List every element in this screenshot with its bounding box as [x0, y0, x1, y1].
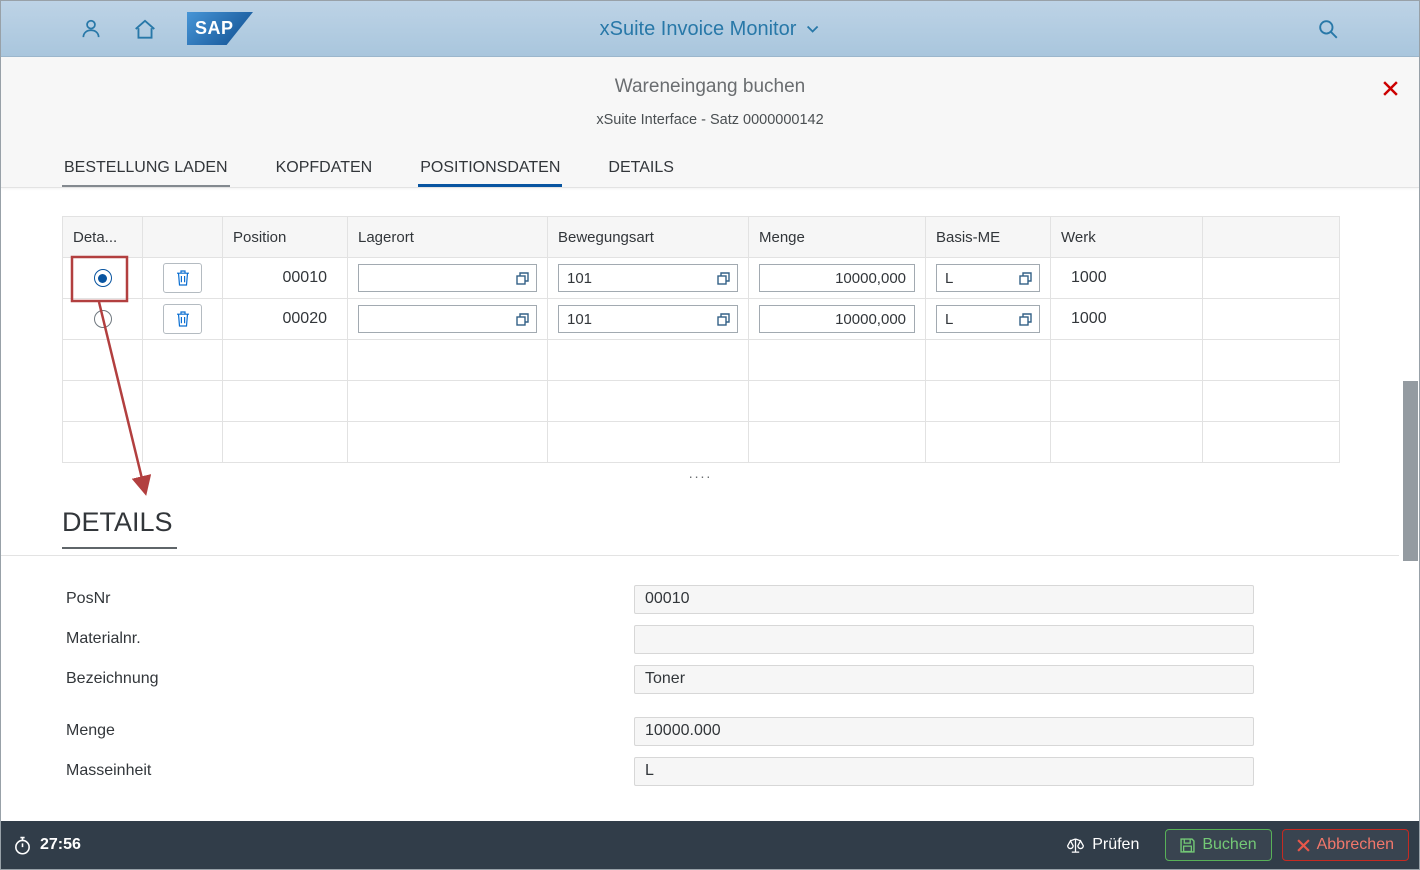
person-icon [79, 17, 103, 41]
posnr-input[interactable] [634, 585, 1254, 614]
col-spare [1203, 217, 1340, 258]
abbrechen-button[interactable]: Abbrechen [1282, 829, 1409, 861]
value-help-icon[interactable] [516, 272, 536, 285]
row1-menge-input[interactable] [759, 264, 915, 292]
row2-bewegungsart-input[interactable] [558, 305, 738, 333]
row2-werk: 1000 [1051, 299, 1203, 340]
tab-positionsdaten[interactable]: POSITIONSDATEN [418, 151, 562, 187]
row1-select-radio[interactable] [94, 269, 112, 287]
cancel-x-icon [1297, 839, 1310, 852]
table-row-2: 00020 [63, 299, 1340, 340]
timer-value: 27:56 [40, 836, 81, 854]
col-basis-me: Basis-ME [926, 217, 1051, 258]
menge-input[interactable] [634, 717, 1254, 746]
stopwatch-icon [13, 836, 32, 855]
row1-delete-button[interactable] [163, 263, 202, 293]
col-bewegungsart: Bewegungsart [548, 217, 749, 258]
row1-position: 00010 [223, 258, 348, 299]
row2-select-radio[interactable] [94, 310, 112, 328]
positions-table: Deta... Position Lagerort Bewegungsart M… [62, 216, 1339, 463]
details-heading: DETAILS [62, 507, 177, 549]
row1-basis-me-input[interactable] [936, 264, 1040, 292]
search-button[interactable] [1317, 18, 1339, 40]
section-divider [1, 555, 1399, 556]
table-more-trigger[interactable]: .... [62, 463, 1339, 481]
table-empty-row [63, 340, 1340, 381]
materialnr-label: Materialnr. [1, 630, 634, 648]
value-help-icon[interactable] [1019, 272, 1039, 285]
form-field-masseinheit: Masseinheit [1, 751, 1419, 791]
masseinheit-label: Masseinheit [1, 762, 634, 780]
scales-icon [1066, 836, 1085, 855]
col-position: Position [223, 217, 348, 258]
table-header-row: Deta... Position Lagerort Bewegungsart M… [63, 217, 1340, 258]
vertical-scrollbar[interactable] [1403, 381, 1418, 561]
menge-label: Menge [1, 722, 634, 740]
session-timer: 27:56 [13, 836, 81, 855]
search-icon [1317, 18, 1339, 40]
pruefen-label: Prüfen [1092, 836, 1139, 854]
value-help-icon[interactable] [516, 313, 536, 326]
trash-icon [176, 311, 190, 327]
form-field-posnr: PosNr [1, 579, 1419, 619]
pruefen-button[interactable]: Prüfen [1066, 836, 1139, 855]
row2-delete-button[interactable] [163, 304, 202, 334]
abbrechen-label: Abbrechen [1317, 836, 1394, 854]
shell-bar: SAP xSuite Invoice Monitor [1, 1, 1419, 57]
buchen-button[interactable]: Buchen [1165, 829, 1271, 861]
materialnr-input[interactable] [634, 625, 1254, 654]
value-help-icon[interactable] [717, 272, 737, 285]
app-window: SAP xSuite Invoice Monitor Wareneingang … [0, 0, 1420, 870]
sap-logo[interactable]: SAP [187, 12, 253, 45]
row2-lagerort-input[interactable] [358, 305, 537, 333]
dialog-title: Wareneingang buchen [1, 57, 1419, 98]
row2-position: 00020 [223, 299, 348, 340]
app-title: xSuite Invoice Monitor [600, 18, 797, 41]
trash-icon [176, 270, 190, 286]
table-empty-row [63, 381, 1340, 422]
footer-bar: 27:56 Prüfen Buchen Abbrechen [1, 821, 1420, 869]
tab-bestellung-laden[interactable]: BESTELLUNG LADEN [62, 151, 230, 187]
home-button[interactable] [133, 17, 157, 41]
masseinheit-input[interactable] [634, 757, 1254, 786]
home-icon [133, 17, 157, 41]
form-field-menge: Menge [1, 711, 1419, 751]
dialog-subtitle: xSuite Interface - Satz 0000000142 [1, 112, 1419, 128]
col-lagerort: Lagerort [348, 217, 548, 258]
tab-details[interactable]: DETAILS [606, 151, 676, 187]
buchen-label: Buchen [1202, 836, 1256, 854]
bezeichnung-input[interactable] [634, 665, 1254, 694]
tab-strip: BESTELLUNG LADEN KOPFDATEN POSITIONSDATE… [1, 151, 1419, 188]
table-row-1: 00010 [63, 258, 1340, 299]
bezeichnung-label: Bezeichnung [1, 670, 634, 688]
posnr-label: PosNr [1, 590, 634, 608]
app-title-menu[interactable]: xSuite Invoice Monitor [600, 1, 821, 57]
form-field-bezeichnung: Bezeichnung [1, 659, 1419, 699]
details-form: PosNr Materialnr. Bezeichnung Menge Mass… [1, 579, 1419, 791]
row1-werk: 1000 [1051, 258, 1203, 299]
close-button[interactable] [1377, 75, 1403, 101]
table-empty-row [63, 422, 1340, 463]
col-menge: Menge [749, 217, 926, 258]
form-field-materialnr: Materialnr. [1, 619, 1419, 659]
col-werk: Werk [1051, 217, 1203, 258]
row2-menge-input[interactable] [759, 305, 915, 333]
col-details: Deta... [63, 217, 143, 258]
close-icon [1382, 80, 1399, 97]
value-help-icon[interactable] [1019, 313, 1039, 326]
row2-basis-me-input[interactable] [936, 305, 1040, 333]
row1-lagerort-input[interactable] [358, 264, 537, 292]
value-help-icon[interactable] [717, 313, 737, 326]
user-button[interactable] [79, 17, 103, 41]
col-delete [143, 217, 223, 258]
dialog-header: Wareneingang buchen xSuite Interface - S… [1, 57, 1419, 151]
chevron-down-icon [804, 21, 820, 37]
row1-bewegungsart-input[interactable] [558, 264, 738, 292]
save-icon [1180, 838, 1195, 853]
tab-kopfdaten[interactable]: KOPFDATEN [274, 151, 375, 187]
